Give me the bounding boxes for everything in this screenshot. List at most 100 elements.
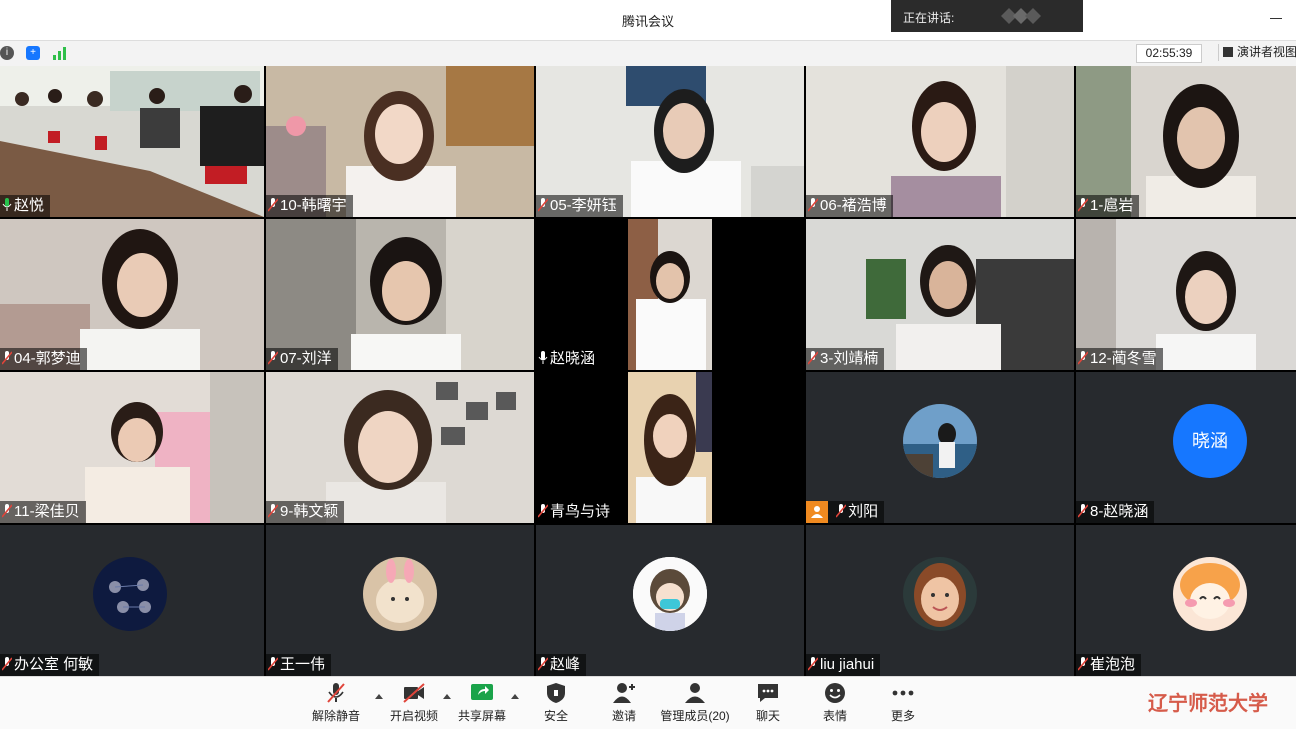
- speaking-indicator: 正在讲话:: [891, 0, 1083, 32]
- participant-name: 3-刘靖楠: [820, 350, 879, 367]
- participant-name: 8-赵晓涵: [1090, 503, 1149, 520]
- start-video-button[interactable]: 开启视频: [390, 682, 438, 724]
- participant-name-bar: 8-赵晓涵: [1076, 501, 1155, 523]
- video-options-caret[interactable]: [443, 694, 451, 699]
- participant-name: 王一伟: [280, 656, 326, 673]
- video-grid: 赵悦 10-韩曙宇 05-李妍钰 06-褚浩博 1-扈岩 04-郭梦迪 07-刘…: [0, 66, 1296, 676]
- start-video-label: 开启视频: [390, 709, 439, 723]
- participant-name: 1-扈岩: [1090, 197, 1134, 214]
- mic-muted-icon: [808, 657, 818, 671]
- participant-name-bar: 05-李妍钰: [536, 195, 623, 217]
- participant-name-bar: 11-梁佳贝: [0, 501, 86, 523]
- mic-muted-icon: [2, 657, 12, 671]
- participant-tile[interactable]: 赵峰: [536, 525, 804, 676]
- share-options-caret[interactable]: [511, 694, 519, 699]
- avatar: [93, 557, 167, 631]
- view-label: 演讲者视图: [1237, 45, 1296, 59]
- participant-tile[interactable]: 06-褚浩博: [806, 66, 1074, 217]
- participant-tile[interactable]: 王一伟: [266, 525, 534, 676]
- participant-tile[interactable]: 赵悦: [0, 66, 264, 217]
- invite-button[interactable]: 邀请: [606, 682, 642, 724]
- manage-members-button[interactable]: 管理成员(20): [660, 682, 730, 724]
- participant-name: 05-李妍钰: [550, 197, 617, 214]
- participant-name-bar: 12-蔺冬雪: [1076, 348, 1163, 370]
- participant-name-bar: 04-郭梦迪: [0, 348, 87, 370]
- mic-muted-icon: [538, 198, 548, 212]
- participant-name-bar: 9-韩文颖: [266, 501, 345, 523]
- chat-icon: [758, 684, 778, 702]
- speaker-view-button[interactable]: 演讲者视图: [1218, 44, 1296, 61]
- reactions-button[interactable]: 表情: [817, 682, 853, 724]
- participant-name: 9-韩文颖: [280, 503, 339, 520]
- participant-name: 赵悦: [14, 197, 45, 214]
- participant-name: 07-刘洋: [280, 350, 332, 367]
- participant-tile[interactable]: 9-韩文颖: [266, 372, 534, 523]
- participant-tile[interactable]: 3-刘靖楠: [806, 219, 1074, 370]
- mic-muted-icon: [268, 198, 278, 212]
- chat-label: 聊天: [755, 709, 780, 723]
- participant-name-bar: 办公室 何敏: [0, 654, 100, 676]
- info-icon[interactable]: i: [0, 46, 14, 60]
- signal-icon[interactable]: [53, 47, 67, 60]
- mic-muted-icon: [268, 351, 278, 365]
- chat-button[interactable]: 聊天: [750, 682, 786, 724]
- minimize-button[interactable]: [1270, 18, 1282, 19]
- security-button[interactable]: 安全: [538, 682, 574, 724]
- participant-name-bar: 王一伟: [266, 654, 332, 676]
- more-button[interactable]: 更多: [885, 682, 921, 724]
- participant-tile[interactable]: 12-蔺冬雪: [1076, 219, 1296, 370]
- mic-muted-icon: [538, 504, 548, 518]
- participant-name-bar: 06-褚浩博: [806, 195, 893, 217]
- participant-tile[interactable]: 11-梁佳贝: [0, 372, 264, 523]
- participant-name: liu jiahui: [820, 656, 875, 673]
- unmute-button[interactable]: 解除静音: [312, 682, 360, 724]
- participant-name: 06-褚浩博: [820, 197, 887, 214]
- participant-tile[interactable]: 1-扈岩: [1076, 66, 1296, 217]
- audio-options-caret[interactable]: [375, 694, 383, 699]
- participant-tile[interactable]: 崔泡泡: [1076, 525, 1296, 676]
- participant-name-bar: 青鸟与诗: [536, 501, 617, 523]
- window-title: 腾讯会议: [621, 14, 674, 29]
- participant-tile[interactable]: 05-李妍钰: [536, 66, 804, 217]
- mic-muted-icon: [538, 657, 548, 671]
- reactions-label: 表情: [822, 709, 847, 723]
- members-icon: [685, 683, 705, 703]
- participant-name: 赵晓涵: [550, 350, 596, 367]
- participant-tile[interactable]: 04-郭梦迪: [0, 219, 264, 370]
- participant-name: 12-蔺冬雪: [1090, 350, 1157, 367]
- mic-muted-icon: [327, 683, 345, 703]
- invite-user-icon: [613, 683, 635, 703]
- participant-name-bar: 刘阳: [806, 501, 885, 523]
- smiley-icon: [825, 683, 845, 703]
- mic-muted-icon: [268, 657, 278, 671]
- speaking-label: 正在讲话:: [903, 11, 955, 25]
- participant-tile[interactable]: 办公室 何敏: [0, 525, 264, 676]
- participant-name-bar: 10-韩曙宇: [266, 195, 353, 217]
- participant-tile[interactable]: 10-韩曙宇: [266, 66, 534, 217]
- avatar: [1173, 557, 1247, 631]
- participant-name-bar: 赵晓涵: [536, 348, 602, 370]
- participant-name-bar: 07-刘洋: [266, 348, 338, 370]
- participant-name: 11-梁佳贝: [14, 503, 80, 520]
- avatar: [903, 557, 977, 631]
- avatar: [903, 404, 977, 478]
- participant-tile[interactable]: 晓涵 8-赵晓涵: [1076, 372, 1296, 523]
- share-screen-button[interactable]: 共享屏幕: [458, 682, 506, 724]
- participant-tile[interactable]: 青鸟与诗: [536, 372, 804, 523]
- more-label: 更多: [890, 709, 915, 723]
- title-bar: 腾讯会议 正在讲话:: [0, 0, 1296, 40]
- mic-muted-icon: [808, 198, 818, 212]
- mic-muted-icon: [2, 351, 12, 365]
- camera-off-icon: [403, 683, 425, 703]
- shield-icon[interactable]: +: [26, 46, 40, 60]
- participant-name: 赵峰: [550, 656, 581, 673]
- mic-muted-icon: [1078, 504, 1088, 518]
- participant-name: 青鸟与诗: [550, 503, 611, 520]
- more-dots-icon: [892, 690, 914, 696]
- mic-muted-icon: [808, 351, 818, 365]
- participant-tile[interactable]: liu jiahui: [806, 525, 1074, 676]
- mic-muted-icon: [2, 504, 12, 518]
- participant-tile[interactable]: 赵晓涵: [536, 219, 804, 370]
- participant-tile[interactable]: 07-刘洋: [266, 219, 534, 370]
- participant-tile[interactable]: 刘阳: [806, 372, 1074, 523]
